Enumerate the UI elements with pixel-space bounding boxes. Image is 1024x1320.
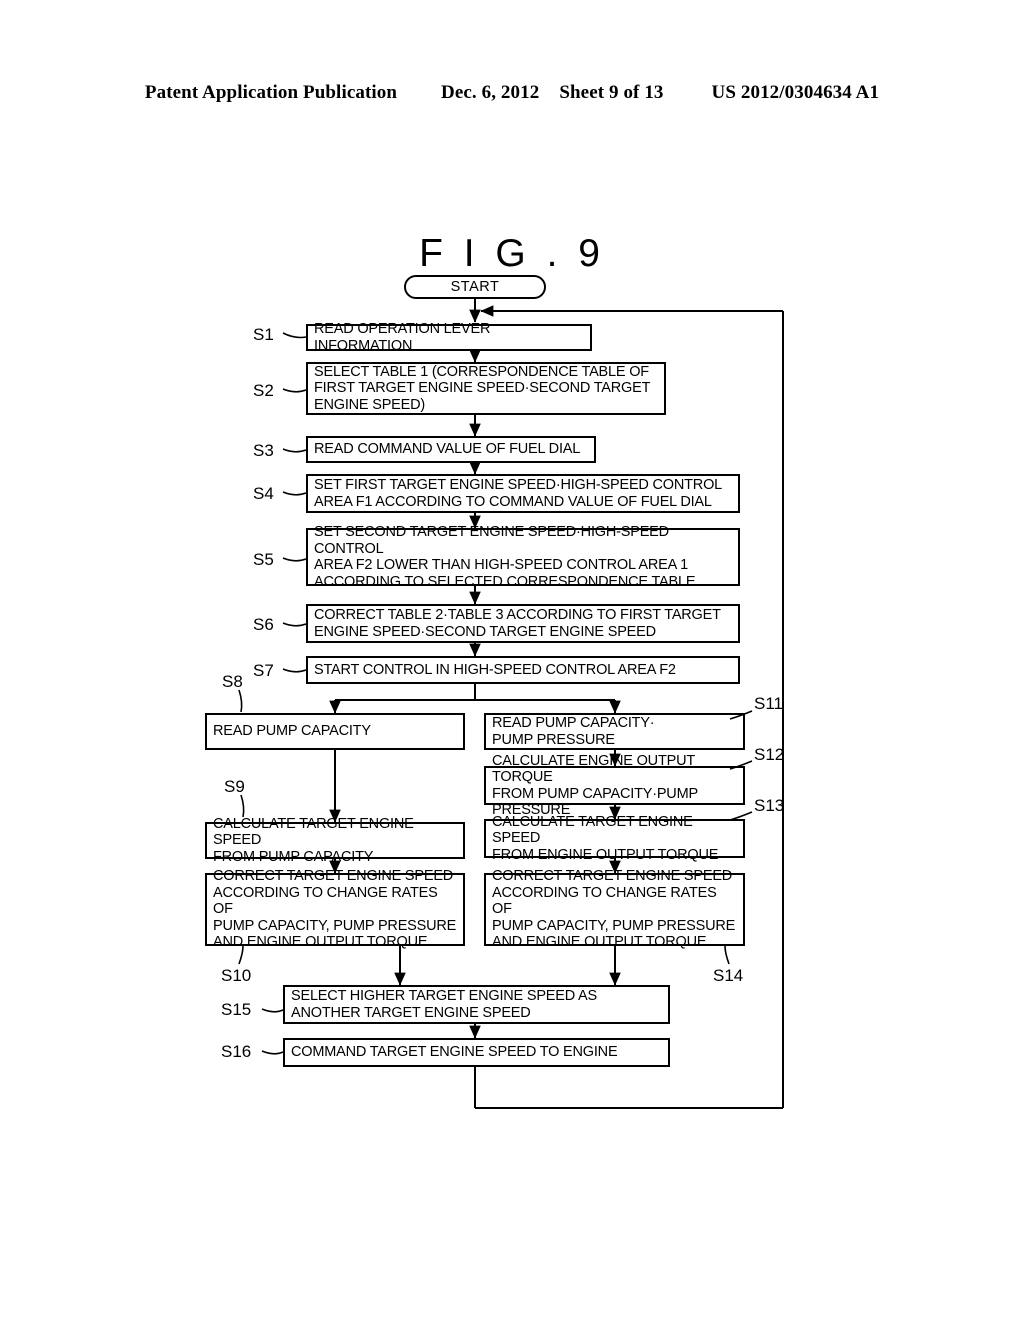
step-label-s3: S3	[253, 441, 274, 460]
step-label-s10: S10	[221, 966, 252, 985]
step-label-s4: S4	[253, 484, 274, 503]
flowchart: START READ OPERATION LEVER INFORMATION S…	[0, 0, 1024, 1320]
step-label-leaders	[238, 332, 753, 1055]
step-label-s16: S16	[221, 1042, 252, 1061]
step-label-s1: S1	[253, 325, 274, 344]
step-label-s9: S9	[224, 777, 245, 796]
step-label-s14: S14	[713, 966, 744, 985]
step-label-s2: S2	[253, 381, 274, 400]
step-label-s11: S11	[754, 694, 783, 713]
step-label-s6: S6	[253, 615, 274, 634]
step-label-s12: S12	[754, 745, 785, 764]
step-label-s15: S15	[221, 1000, 252, 1019]
step-label-s7: S7	[253, 661, 274, 680]
step-label-s8: S8	[222, 672, 243, 691]
step-label-s13: S13	[754, 796, 785, 815]
step-label-s5: S5	[253, 550, 274, 569]
